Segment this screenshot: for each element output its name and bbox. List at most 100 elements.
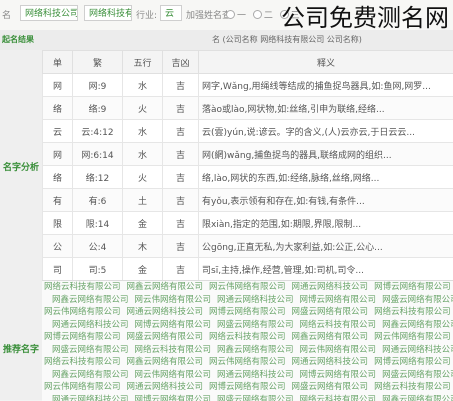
cell-fortune: 吉 — [163, 97, 199, 120]
recommended-names-row: 网盛云网络有限公司网络云科技有限公司网鑫云网络有限公司网云伟网络有限公司网通云网… — [42, 344, 453, 357]
cell-simplified: 司 — [43, 258, 73, 281]
header-meaning: 释义 — [199, 51, 453, 74]
recommended-name-link[interactable]: 网博云网络有限公司 — [300, 370, 377, 380]
recommended-names-row: 网鑫云网络有限公司网云伟网络有限公司网通云网络科技公司网博云网络有限公司网盛云网… — [42, 294, 453, 307]
cell-traditional: 云:4:12 — [73, 120, 123, 143]
recommended-name-link[interactable]: 网络云科技有限公司 — [209, 332, 286, 342]
recommended-name-link[interactable]: 网云伟网络有限公司 — [209, 282, 286, 292]
recommended-name-link[interactable]: 网盛云网络有限公司 — [382, 295, 453, 305]
company-name-input[interactable]: 网络科技公司 — [20, 5, 78, 21]
recommended-name-link[interactable]: 网鑫云网络有限公司 — [382, 395, 453, 401]
recommended-name-link[interactable]: 网博云网络有限公司 — [300, 295, 377, 305]
recommended-name-link[interactable]: 网通云网络科技公司 — [52, 320, 129, 330]
recommended-name-link[interactable]: 网络云科技有限公司 — [374, 307, 451, 317]
recommended-names-row: 网云伟网络有限公司网通云网络科技公司网博云网络有限公司网盛云网络有限公司网络云科… — [42, 306, 453, 319]
company-type-input[interactable]: 网络科技有限公司 — [84, 5, 132, 21]
recommended-name-link[interactable]: 网通云网络科技公司 — [217, 295, 294, 305]
recommended-name-link[interactable]: 网络云科技有限公司 — [300, 395, 377, 401]
radio-option-1[interactable] — [226, 10, 235, 19]
header-simplified: 单 — [43, 51, 73, 74]
table-row: 网网:6:14水吉网(網)wǎng,捕鱼捉鸟的器具,联络成网的组织... — [43, 143, 453, 166]
recommended-name-link[interactable]: 网云伟网络有限公司 — [300, 345, 377, 355]
result-summary: 名 (公司名称 网络科技有限公司 公司名称) — [212, 30, 362, 50]
cell-meaning: 云(雲)yún,说:谚云。字的含义,(人)云亦云,于日云云... — [199, 120, 453, 143]
cell-meaning: 司sī,主持,操作,经营,管理,如:司机,司令... — [199, 258, 453, 281]
recommended-name-link[interactable]: 网盛云网络有限公司 — [292, 382, 369, 392]
cell-fortune: 吉 — [163, 166, 199, 189]
recommend-section-label: 推荐名字 — [0, 342, 42, 355]
recommended-name-link[interactable]: 网盛云网络有限公司 — [292, 307, 369, 317]
recommended-name-link[interactable]: 网博云网络有限公司 — [135, 395, 212, 401]
analysis-section-label: 名字分析 — [0, 160, 42, 173]
cell-traditional: 有:6 — [73, 189, 123, 212]
recommended-name-link[interactable]: 网云伟网络有限公司 — [44, 382, 121, 392]
brand-input[interactable]: 云 — [160, 5, 182, 21]
recommended-name-link[interactable]: 网盛云网络有限公司 — [127, 332, 204, 342]
recommended-name-link[interactable]: 网络云科技有限公司 — [300, 320, 377, 330]
cell-five-element: 水 — [123, 120, 163, 143]
recommended-name-link[interactable]: 网博云网络有限公司 — [44, 332, 121, 342]
radio-label-2: 二 — [264, 11, 273, 21]
radio-option-2[interactable] — [253, 10, 262, 19]
recommended-name-link[interactable]: 网博云网络有限公司 — [135, 320, 212, 330]
recommended-name-link[interactable]: 网云伟网络有限公司 — [44, 307, 121, 317]
recommended-name-link[interactable]: 网盛云网络有限公司 — [217, 320, 294, 330]
cell-simplified: 络 — [43, 166, 73, 189]
recommended-name-link[interactable]: 网博云网络有限公司 — [374, 357, 451, 367]
cell-five-element: 火 — [123, 97, 163, 120]
recommended-name-link[interactable]: 网络云科技有限公司 — [44, 357, 121, 367]
table-row: 云云:4:12水吉云(雲)yún,说:谚云。字的含义,(人)云亦云,于日云云..… — [43, 120, 453, 143]
cell-five-element: 土 — [123, 189, 163, 212]
table-row: 司司:5金吉司sī,主持,操作,经营,管理,如:司机,司令... — [43, 258, 453, 281]
recommended-name-link[interactable]: 网云伟网络有限公司 — [135, 295, 212, 305]
radio-label-1: 一 — [237, 11, 246, 21]
recommended-name-link[interactable]: 网通云网络科技公司 — [52, 395, 129, 401]
header-fortune: 吉凶 — [163, 51, 199, 74]
cell-five-element: 火 — [123, 166, 163, 189]
cell-fortune: 吉 — [163, 258, 199, 281]
cell-meaning: 公gōng,正直无私,为大家利益,如:公正,公心... — [199, 235, 453, 258]
recommended-name-link[interactable]: 网通云网络科技公司 — [127, 382, 204, 392]
table-row: 公公:4木吉公gōng,正直无私,为大家利益,如:公正,公心... — [43, 235, 453, 258]
cell-traditional: 限:14 — [73, 212, 123, 235]
cell-meaning: 网字,Wǎng,用绳线等结成的捕鱼捉鸟器具,如:鱼网,网罗... — [199, 74, 453, 97]
table-row: 络络:12火吉络,lào,网状的东西,如:经络,脉络,丝络,网络... — [43, 166, 453, 189]
recommended-name-link[interactable]: 网鑫云网络有限公司 — [52, 295, 129, 305]
recommended-name-link[interactable]: 网云伟网络有限公司 — [209, 357, 286, 367]
recommended-name-link[interactable]: 网通云网络科技公司 — [217, 370, 294, 380]
recommended-name-link[interactable]: 网博云网络有限公司 — [374, 282, 451, 292]
recommended-name-link[interactable]: 网络云科技有限公司 — [374, 382, 451, 392]
table-row: 有有:6土吉有yǒu,表示领有和存在,如:有钱,有条件... — [43, 189, 453, 212]
recommended-name-link[interactable]: 网通云网络科技公司 — [292, 282, 369, 292]
cell-five-element: 木 — [123, 235, 163, 258]
header-traditional: 繁 — [73, 51, 123, 74]
recommended-name-link[interactable]: 网鑫云网络有限公司 — [217, 345, 294, 355]
recommended-name-link[interactable]: 网鑫云网络有限公司 — [127, 357, 204, 367]
recommended-name-link[interactable]: 网盛云网络有限公司 — [52, 345, 129, 355]
recommended-name-link[interactable]: 网盛云网络有限公司 — [217, 395, 294, 401]
recommended-name-link[interactable]: 网鑫云网络有限公司 — [52, 370, 129, 380]
recommended-name-link[interactable]: 网云伟网络有限公司 — [135, 370, 212, 380]
table-row: 限限:14金吉限xiàn,指定的范围,如:期限,界限,限制... — [43, 212, 453, 235]
table-row: 络络:9火吉落ào或lào,网状物,如:丝络,引申为联络,经络... — [43, 97, 453, 120]
recommended-name-link[interactable]: 网通云网络科技公司 — [127, 307, 204, 317]
recommended-names-row: 网通云网络科技公司网博云网络有限公司网盛云网络有限公司网络云科技有限公司网鑫云网… — [42, 319, 453, 332]
cell-simplified: 云 — [43, 120, 73, 143]
cell-meaning: 络,lào,网状的东西,如:经络,脉络,丝络,网络... — [199, 166, 453, 189]
cell-five-element: 金 — [123, 258, 163, 281]
recommended-name-link[interactable]: 网络云科技有限公司 — [44, 282, 121, 292]
recommended-name-link[interactable]: 网盛云网络有限公司 — [382, 370, 453, 380]
cell-simplified: 网 — [43, 143, 73, 166]
recommended-name-link[interactable]: 网鑫云网络有限公司 — [382, 320, 453, 330]
recommended-name-link[interactable]: 网通云网络科技公司 — [382, 345, 453, 355]
cell-fortune: 吉 — [163, 189, 199, 212]
recommended-name-link[interactable]: 网博云网络有限公司 — [209, 382, 286, 392]
recommended-name-link[interactable]: 网通云网络科技公司 — [292, 357, 369, 367]
recommended-name-link[interactable]: 网络云科技有限公司 — [135, 345, 212, 355]
recommended-name-link[interactable]: 网鑫云网络有限公司 — [292, 332, 369, 342]
recommended-name-link[interactable]: 网博云网络有限公司 — [209, 307, 286, 317]
cell-traditional: 司:5 — [73, 258, 123, 281]
recommended-name-link[interactable]: 网鑫云网络有限公司 — [127, 282, 204, 292]
recommended-name-link[interactable]: 网云伟网络有限公司 — [374, 332, 451, 342]
cell-fortune: 吉 — [163, 74, 199, 97]
